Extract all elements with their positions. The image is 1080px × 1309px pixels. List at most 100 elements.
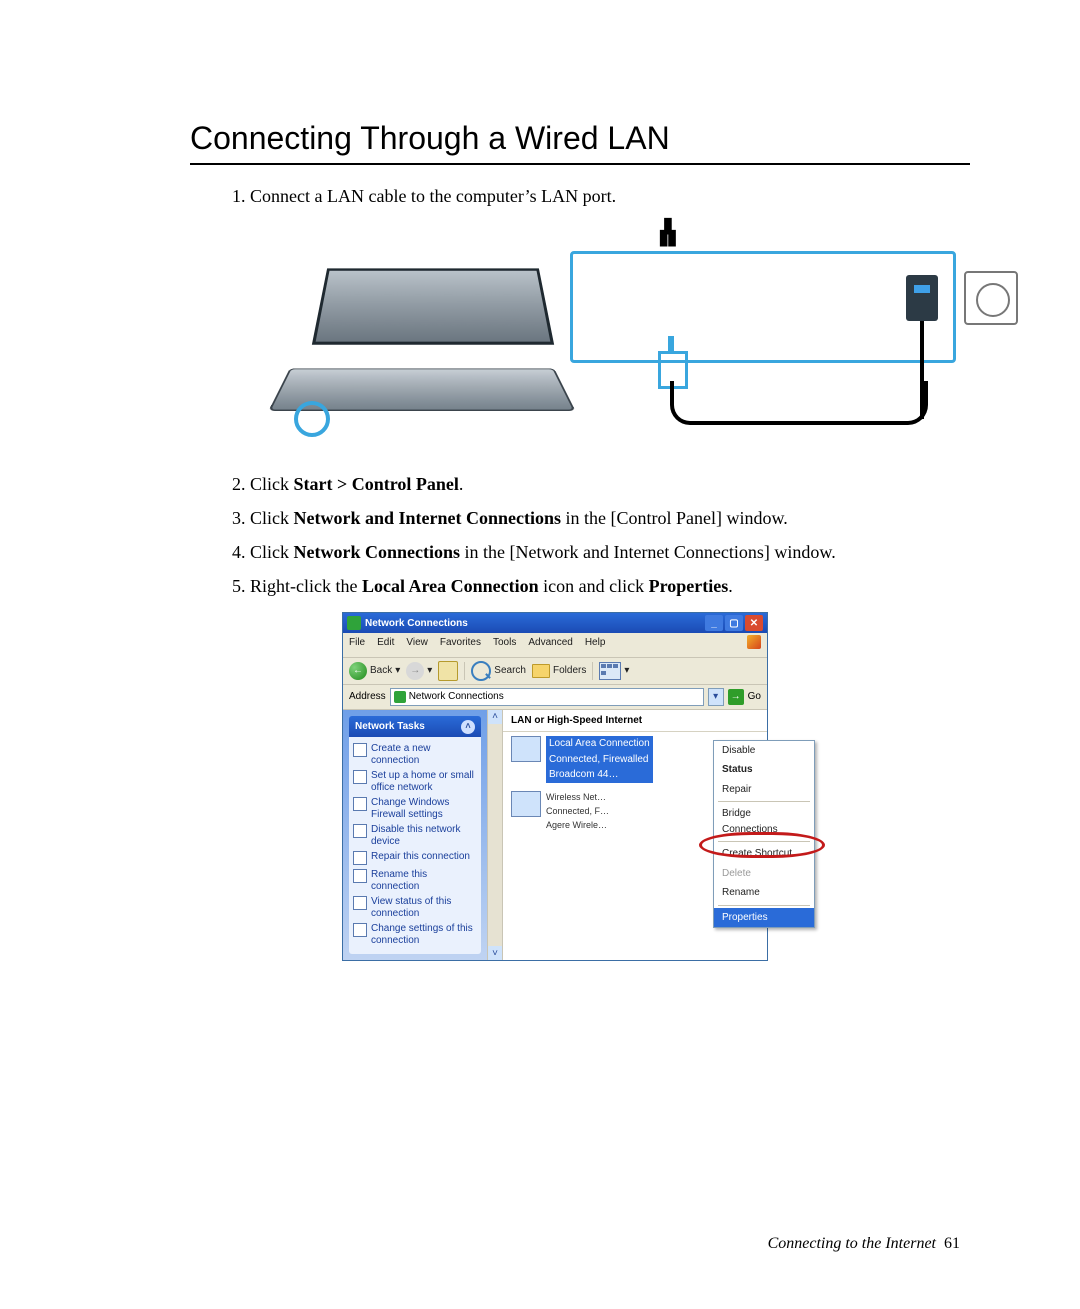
address-dropdown[interactable]: ▾ <box>708 688 724 706</box>
task-label: View status of this connection <box>371 896 477 919</box>
toolbar: ←Back ▾ → ▾ Search Folders ▾ <box>343 658 767 685</box>
footer-section: Connecting to the Internet <box>768 1235 936 1252</box>
wall-socket <box>964 271 1018 325</box>
connection-device: Agere Wirele… <box>546 819 609 833</box>
ctx-shortcut[interactable]: Create Shortcut <box>714 844 814 864</box>
search-button[interactable]: Search <box>471 661 526 681</box>
task-change-settings[interactable]: Change settings of this connection <box>353 921 477 948</box>
ctx-properties[interactable]: Properties <box>714 908 814 928</box>
go-button[interactable]: → <box>728 689 744 705</box>
figure-lan-cable: ▉▉▉ <box>270 221 950 441</box>
ctx-separator <box>718 905 810 906</box>
task-icon <box>353 743 367 757</box>
ctx-bridge[interactable]: Bridge Connections <box>714 804 814 839</box>
collapse-icon[interactable]: ˄ <box>461 720 475 734</box>
back-icon: ← <box>349 662 367 680</box>
task-icon <box>353 896 367 910</box>
task-disable[interactable]: Disable this network device <box>353 822 477 849</box>
step-3: Click Network and Internet Connections i… <box>250 505 970 533</box>
page-title: Connecting Through a Wired LAN <box>190 120 970 157</box>
ctx-disable[interactable]: Disable <box>714 741 814 761</box>
connection-status: Connected, F… <box>546 805 609 819</box>
minimize-button[interactable]: _ <box>705 615 723 631</box>
connection-name: Local Area Connection <box>546 736 653 752</box>
step-4-bold: Network Connections <box>294 542 461 562</box>
scrollbar-left[interactable]: ˄ ˅ <box>487 710 502 961</box>
window-titlebar[interactable]: Network Connections _ ▢ ✕ <box>343 613 767 633</box>
menu-advanced[interactable]: Advanced <box>528 635 572 655</box>
forward-icon: → <box>406 662 424 680</box>
menu-favorites[interactable]: Favorites <box>440 635 481 655</box>
menu-view[interactable]: View <box>406 635 428 655</box>
go-label: Go <box>748 689 761 705</box>
steps-list: Connect a LAN cable to the computer’s LA… <box>190 183 970 961</box>
task-icon <box>353 824 367 838</box>
task-icon <box>353 770 367 784</box>
step-2-pre: Click <box>250 474 294 494</box>
connection-icon <box>511 791 541 817</box>
task-icon <box>353 797 367 811</box>
maximize-button[interactable]: ▢ <box>725 615 743 631</box>
step-3-pre: Click <box>250 508 294 528</box>
ctx-status[interactable]: Status <box>714 760 814 780</box>
tasks-pane-header[interactable]: Network Tasks ˄ <box>349 716 481 738</box>
step-1: Connect a LAN cable to the computer’s LA… <box>250 183 970 441</box>
ctx-separator <box>718 841 810 842</box>
task-label: Rename this connection <box>371 869 477 892</box>
step-2-post: . <box>459 474 464 494</box>
step-3-bold: Network and Internet Connections <box>294 508 562 528</box>
connection-device: Broadcom 44… <box>546 767 653 783</box>
views-button[interactable]: ▾ <box>599 662 629 680</box>
step-4-pre: Click <box>250 542 294 562</box>
connection-status: Connected, Firewalled <box>546 752 653 768</box>
task-firewall[interactable]: Change Windows Firewall settings <box>353 795 477 822</box>
task-icon <box>353 869 367 883</box>
menu-edit[interactable]: Edit <box>377 635 394 655</box>
tasks-pane-title: Network Tasks <box>355 719 425 735</box>
connection-name: Wireless Net… <box>546 791 609 805</box>
title-rule <box>190 163 970 165</box>
address-input[interactable]: Network Connections <box>390 688 704 706</box>
forward-button[interactable]: → ▾ <box>406 662 432 680</box>
task-view-status[interactable]: View status of this connection <box>353 894 477 921</box>
laptop-lan-port-highlight <box>294 401 330 437</box>
search-icon <box>471 661 491 681</box>
step-2-bold: Start > Control Panel <box>294 474 459 494</box>
step-3-post: in the [Control Panel] window. <box>561 508 788 528</box>
figure-network-connections-window: Network Connections _ ▢ ✕ File Edit View… <box>342 612 768 961</box>
address-value: Network Connections <box>409 689 504 705</box>
task-create-connection[interactable]: Create a new connection <box>353 741 477 768</box>
connections-pane: LAN or High-Speed Internet Local Area Co… <box>502 710 767 961</box>
context-menu: Disable Status Repair Bridge Connections… <box>713 740 815 929</box>
close-button[interactable]: ✕ <box>745 615 763 631</box>
task-label: Create a new connection <box>371 743 477 766</box>
back-button[interactable]: ←Back ▾ <box>349 662 400 680</box>
folders-label: Folders <box>553 663 586 679</box>
lan-cable <box>670 381 928 425</box>
menu-help[interactable]: Help <box>585 635 606 655</box>
menu-tools[interactable]: Tools <box>493 635 516 655</box>
task-setup-network[interactable]: Set up a home or small office network <box>353 768 477 795</box>
ctx-rename[interactable]: Rename <box>714 883 814 903</box>
connections-section-header: LAN or High-Speed Internet <box>503 710 767 733</box>
step-5-pre: Right-click the <box>250 576 362 596</box>
up-button[interactable] <box>438 661 458 681</box>
task-label: Change Windows Firewall settings <box>371 797 477 820</box>
task-label: Repair this connection <box>371 851 470 863</box>
task-label: Disable this network device <box>371 824 477 847</box>
address-label: Address <box>349 689 386 705</box>
folders-button[interactable]: Folders <box>532 663 586 679</box>
task-rename[interactable]: Rename this connection <box>353 867 477 894</box>
step-4-post: in the [Network and Internet Connections… <box>460 542 836 562</box>
task-repair[interactable]: Repair this connection <box>353 849 477 867</box>
laptop-screen <box>312 268 554 344</box>
scroll-down-icon[interactable]: ˅ <box>488 946 502 960</box>
scroll-up-icon[interactable]: ˄ <box>488 710 502 724</box>
ctx-delete: Delete <box>714 864 814 884</box>
menu-bar: File Edit View Favorites Tools Advanced … <box>343 633 767 658</box>
step-4: Click Network Connections in the [Networ… <box>250 539 970 567</box>
ctx-repair[interactable]: Repair <box>714 780 814 800</box>
menu-file[interactable]: File <box>349 635 365 655</box>
power-adapter <box>906 275 938 321</box>
step-5-bold2: Properties <box>649 576 729 596</box>
